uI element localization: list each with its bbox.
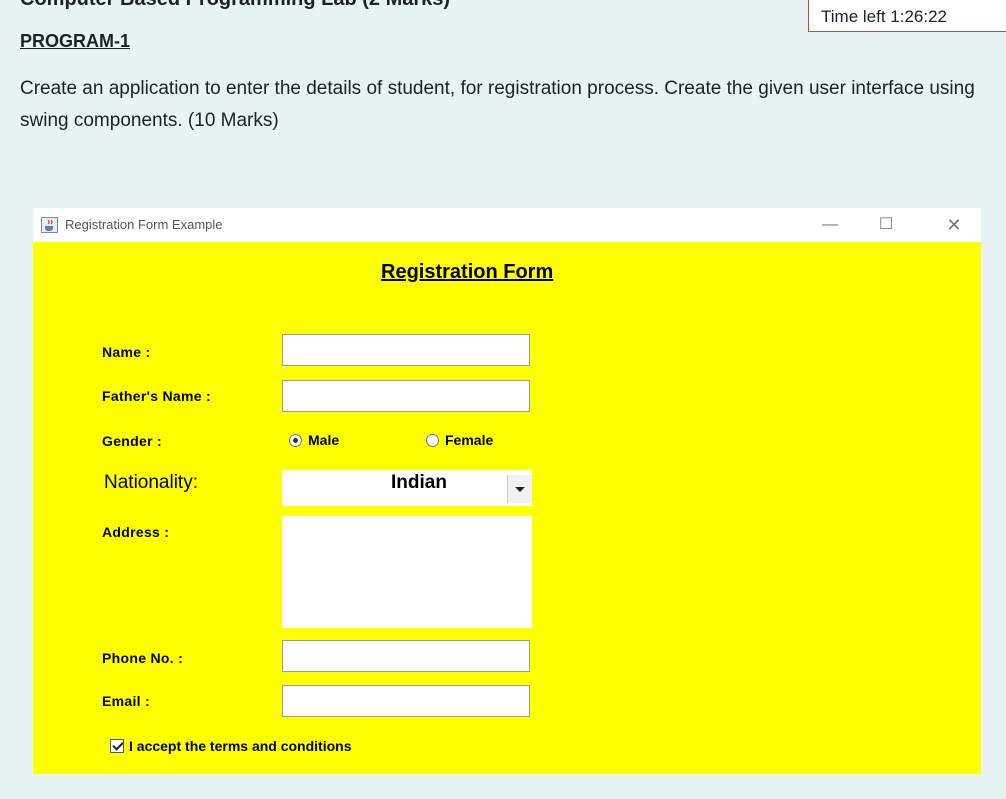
- chevron-down-icon[interactable]: [507, 475, 532, 503]
- clipped-section-heading: Computer Based Programming Lab (2 Marks): [20, 0, 450, 11]
- gender-male-radio[interactable]: Male: [289, 432, 339, 448]
- form-title: Registration Form: [381, 261, 554, 283]
- name-input[interactable]: [282, 334, 530, 366]
- question-text: Create an application to enter the detai…: [20, 78, 975, 131]
- terms-checkbox[interactable]: I accept the terms and conditions: [110, 738, 352, 754]
- nationality-dropdown[interactable]: Indian: [282, 470, 532, 506]
- quiz-timer: Time left 1:26:22: [808, 0, 1006, 32]
- window-titlebar: Registration Form Example — ☐ ✕: [33, 208, 981, 242]
- radio-unchecked-icon: [426, 433, 439, 447]
- gender-male-label: Male: [308, 432, 340, 448]
- maximize-button[interactable]: ☐: [871, 212, 901, 238]
- nationality-label: Nationality:: [104, 472, 198, 493]
- minimize-button[interactable]: —: [815, 212, 845, 238]
- window-title: Registration Form Example: [65, 217, 223, 232]
- phone-label: Phone No. :: [102, 650, 184, 666]
- address-label: Address :: [102, 524, 170, 540]
- java-cup-icon: [41, 217, 58, 233]
- father-name-input[interactable]: [282, 380, 530, 412]
- email-input[interactable]: [282, 685, 530, 717]
- name-label: Name :: [102, 344, 151, 360]
- program-heading: PROGRAM-1: [20, 31, 131, 51]
- email-label: Email :: [102, 693, 151, 709]
- close-button[interactable]: ✕: [939, 212, 969, 238]
- gender-label: Gender :: [102, 433, 162, 449]
- swing-window-screenshot: Registration Form Example — ☐ ✕ Registra…: [33, 208, 981, 774]
- gender-female-label: Female: [445, 432, 494, 448]
- phone-input[interactable]: [282, 640, 530, 672]
- radio-checked-icon: [289, 433, 302, 447]
- father-name-label: Father's Name :: [102, 388, 211, 404]
- nationality-selected-value: Indian: [391, 472, 447, 493]
- terms-label: I accept the terms and conditions: [129, 738, 352, 754]
- gender-female-radio[interactable]: Female: [426, 432, 493, 448]
- checkbox-checked-icon: [110, 739, 124, 753]
- address-textarea[interactable]: [282, 516, 532, 628]
